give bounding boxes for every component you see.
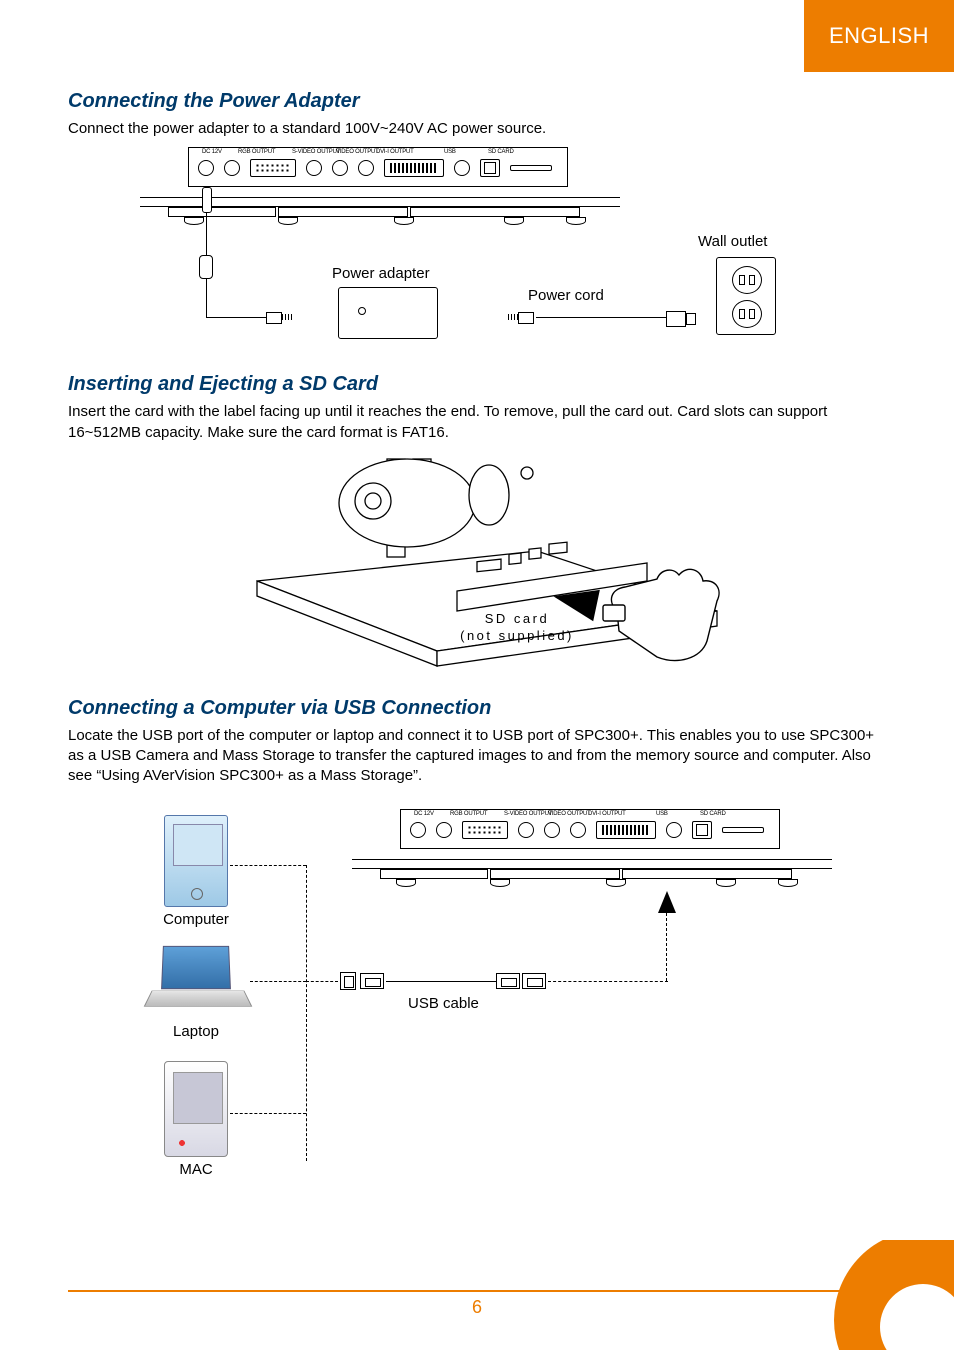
vga-port-icon	[250, 159, 296, 177]
screw-icon	[358, 160, 374, 176]
usb-a-connector-icon	[522, 973, 546, 989]
screw-icon	[570, 822, 586, 838]
rca-port-icon	[332, 160, 348, 176]
dc-jack-icon	[198, 160, 214, 176]
port-label: SD CARD	[700, 811, 726, 817]
base-rail-icon	[140, 197, 620, 207]
dc-jack-icon	[410, 822, 426, 838]
wall-outlet-icon	[716, 257, 776, 335]
dc-barrel-icon	[202, 187, 212, 213]
footer-rule	[68, 1290, 954, 1292]
computer-icon	[164, 815, 228, 907]
section-title: Connecting a Computer via USB Connection	[68, 697, 886, 720]
section-title: Inserting and Ejecting a SD Card	[68, 373, 886, 396]
port-label: S-VIDEO OUTPUT	[504, 811, 552, 817]
label-power-adapter: Power adapter	[332, 265, 430, 282]
usb-plug-icon	[496, 973, 520, 989]
section-sd-card: Inserting and Ejecting a SD Card Insert …	[68, 373, 886, 671]
usb-port-icon	[480, 159, 500, 177]
screw-icon	[224, 160, 240, 176]
ac-plug-icon	[666, 309, 696, 327]
dc-plug-icon	[266, 309, 294, 325]
mac-icon	[164, 1061, 228, 1157]
sd-caption: SD card (not supplied)	[417, 611, 617, 645]
port-label: DVI-I OUTPUT	[588, 811, 626, 817]
port-label: USB	[656, 811, 668, 817]
laptop-icon	[148, 945, 248, 1017]
brand-swoosh-icon	[834, 1240, 954, 1350]
port-label: DC 12V	[414, 811, 434, 817]
port-label: VIDEO OUTPUT	[336, 149, 379, 155]
label-laptop: Laptop	[146, 1023, 246, 1040]
power-adapter-icon	[338, 287, 438, 339]
figure-power-adapter: DC 12V RGB OUTPUT S-VIDEO OUTPUT VIDEO O…	[68, 147, 886, 347]
label-computer: Computer	[146, 911, 246, 928]
port-label: RGB OUTPUT	[238, 149, 275, 155]
port-label: SD CARD	[488, 149, 514, 155]
screw-icon	[436, 822, 452, 838]
port-label: VIDEO OUTPUT	[548, 811, 591, 817]
port-label: DVI-I OUTPUT	[376, 149, 414, 155]
cord-plug-icon	[506, 309, 534, 325]
rca-port-icon	[544, 822, 560, 838]
sd-caption-line1: SD card	[485, 611, 549, 626]
sd-slot-icon	[722, 827, 764, 833]
port-label: RGB OUTPUT	[450, 811, 487, 817]
usb-port-icon	[692, 821, 712, 839]
body-text: Connect the power adapter to a standard …	[68, 119, 886, 139]
usb-arrow-icon	[658, 891, 676, 913]
sd-caption-line2: (not supplied)	[460, 628, 574, 643]
page-number: 6	[0, 1297, 954, 1318]
body-text: Locate the USB port of the computer or l…	[68, 726, 886, 787]
section-power-adapter: Connecting the Power Adapter Connect the…	[68, 90, 886, 347]
label-wall-outlet: Wall outlet	[698, 233, 767, 250]
usb-plug-icon	[360, 973, 384, 989]
vga-port-icon	[462, 821, 508, 839]
language-tab: ENGLISH	[804, 0, 954, 72]
hand-icon	[597, 561, 747, 671]
screw-icon	[454, 160, 470, 176]
port-label: DC 12V	[202, 149, 222, 155]
svideo-port-icon	[518, 822, 534, 838]
label-mac: MAC	[146, 1161, 246, 1178]
sd-slot-icon	[510, 165, 552, 171]
port-label: USB	[444, 149, 456, 155]
body-text: Insert the card with the label facing up…	[68, 402, 886, 443]
section-usb: Connecting a Computer via USB Connection…	[68, 697, 886, 1205]
svideo-port-icon	[306, 160, 322, 176]
dvi-port-icon	[596, 821, 656, 839]
label-usb-cable: USB cable	[408, 995, 479, 1012]
ferrite-bead-icon	[199, 255, 213, 279]
section-title: Connecting the Power Adapter	[68, 90, 886, 113]
page-content: Connecting the Power Adapter Connect the…	[68, 90, 886, 1260]
usb-b-connector-icon	[340, 972, 356, 990]
label-power-cord: Power cord	[528, 287, 604, 304]
port-label: S-VIDEO OUTPUT	[292, 149, 340, 155]
screw-icon	[666, 822, 682, 838]
figure-usb: DC 12V RGB OUTPUT S-VIDEO OUTPUT VIDEO O…	[68, 795, 886, 1205]
dvi-port-icon	[384, 159, 444, 177]
figure-sd-card: SD card (not supplied)	[217, 451, 737, 671]
